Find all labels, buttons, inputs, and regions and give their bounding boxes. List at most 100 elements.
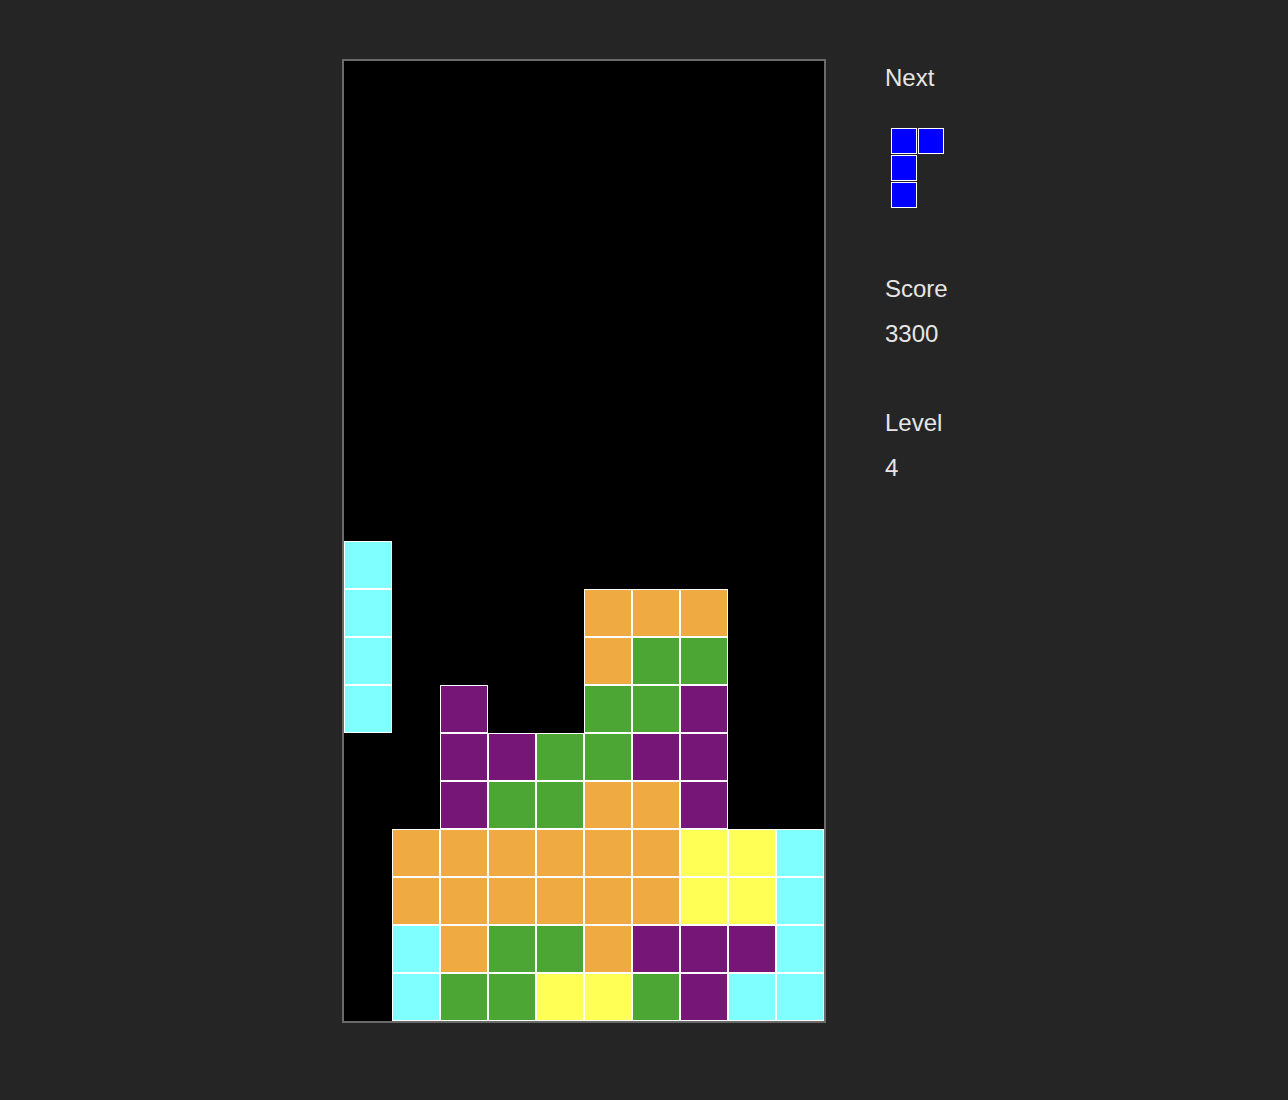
empty-cell [680,61,728,109]
block-cell [584,733,632,781]
empty-cell [632,109,680,157]
block-cell [680,973,728,1021]
empty-cell [584,157,632,205]
empty-cell [728,493,776,541]
empty-cell [536,109,584,157]
empty-cell [392,397,440,445]
block-cell [632,973,680,1021]
empty-cell [632,253,680,301]
empty-cell [536,685,584,733]
empty-cell [536,397,584,445]
empty-cell [776,685,824,733]
empty-cell [728,733,776,781]
empty-cell [728,61,776,109]
empty-cell [584,301,632,349]
empty-cell [392,781,440,829]
empty-cell [776,157,824,205]
empty-cell [488,349,536,397]
empty-cell [536,541,584,589]
empty-cell [392,637,440,685]
empty-cell [728,109,776,157]
empty-cell [536,253,584,301]
level-value: 4 [885,454,898,482]
block-cell [632,781,680,829]
level-label: Level [885,409,942,437]
next-preview [891,128,944,208]
empty-cell [344,733,392,781]
block-cell [344,685,392,733]
empty-cell [776,301,824,349]
block-cell [440,925,488,973]
empty-cell [728,253,776,301]
empty-cell [536,349,584,397]
next-label: Next [885,64,934,92]
empty-cell [776,349,824,397]
empty-cell [776,589,824,637]
empty-cell [344,445,392,493]
empty-cell [344,877,392,925]
block-cell [776,829,824,877]
score-value: 3300 [885,320,938,348]
empty-cell [536,637,584,685]
empty-cell [344,973,392,1021]
block-cell [440,877,488,925]
block-cell [536,877,584,925]
empty-cell [392,253,440,301]
empty-cell [344,781,392,829]
block-cell [680,685,728,733]
block-cell [392,829,440,877]
block-cell [392,925,440,973]
empty-cell [488,301,536,349]
empty-cell [680,253,728,301]
block-cell [440,973,488,1021]
empty-cell [680,349,728,397]
empty-cell [488,493,536,541]
empty-cell [536,205,584,253]
empty-cell [440,61,488,109]
empty-cell [392,445,440,493]
empty-cell [776,493,824,541]
block-cell [632,925,680,973]
empty-cell [728,205,776,253]
empty-cell [584,253,632,301]
block-cell [392,877,440,925]
block-cell [536,925,584,973]
empty-cell [392,61,440,109]
empty-cell [392,157,440,205]
block-cell [680,781,728,829]
empty-cell [632,157,680,205]
empty-cell [584,493,632,541]
empty-cell [392,109,440,157]
empty-cell [632,397,680,445]
empty-cell [392,349,440,397]
empty-cell [344,253,392,301]
empty-cell [488,589,536,637]
block-cell [344,541,392,589]
empty-cell [584,205,632,253]
empty-cell [680,205,728,253]
empty-cell [344,925,392,973]
block-cell [776,925,824,973]
empty-cell [632,205,680,253]
block-cell [584,829,632,877]
empty-cell [392,733,440,781]
empty-cell [632,61,680,109]
block-cell [680,829,728,877]
block-cell [488,829,536,877]
empty-cell [344,349,392,397]
empty-cell [728,781,776,829]
block-cell [344,637,392,685]
empty-cell [632,445,680,493]
empty-cell [680,445,728,493]
empty-cell [344,109,392,157]
empty-cell [776,541,824,589]
game-board [342,59,826,1023]
block-cell [584,973,632,1021]
empty-cell [440,109,488,157]
empty-cell [680,493,728,541]
block-cell [584,925,632,973]
empty-cell [728,301,776,349]
empty-cell [344,61,392,109]
block-cell [776,877,824,925]
empty-cell [776,781,824,829]
